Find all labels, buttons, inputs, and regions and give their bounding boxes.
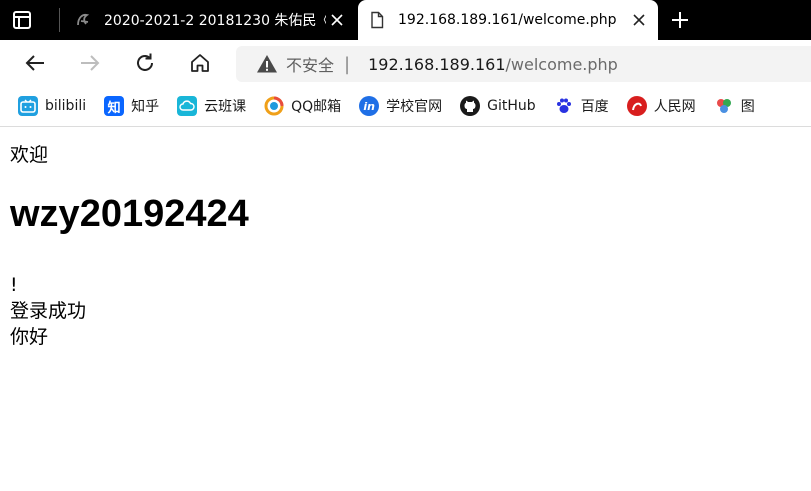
bookmark-bilibili[interactable]: bilibili (18, 86, 86, 126)
baidu-icon (553, 96, 574, 116)
zhihu-icon: 知 (104, 96, 125, 116)
bilibili-icon (18, 96, 38, 116)
address-separator: | (344, 53, 351, 75)
cloud-class-icon (177, 96, 198, 116)
home-icon (191, 54, 209, 72)
home-button[interactable] (185, 48, 215, 78)
bookmarks-bar: bilibili 知 知乎 云班课 QQ邮箱 in 学校官网 GitHub 百度… (0, 86, 811, 127)
tab-strip: 2020-2021-2 20181230 朱佑民《 192.168.189.16… (0, 0, 811, 40)
bookmark-github[interactable]: GitHub (460, 86, 536, 126)
tab-title: 192.168.189.161/welcome.php (398, 12, 617, 28)
page-icon (371, 11, 384, 29)
url-host: 192.168.189.161 (368, 54, 506, 74)
bookmark-label: bilibili (45, 98, 87, 114)
bookmark-cloud-class[interactable]: 云班课 (177, 86, 246, 126)
tab-title: 2020-2021-2 20181230 朱佑民《 (104, 13, 326, 29)
message-block: ! 登录成功 你好 (10, 272, 86, 350)
new-tab-button[interactable] (666, 6, 694, 34)
forward-arrow-icon (81, 55, 100, 71)
close-tab-icon[interactable] (326, 9, 348, 31)
forward-button[interactable] (75, 48, 105, 78)
bookmark-label: 人民网 (653, 99, 696, 115)
bookmark-zhihu[interactable]: 知 知乎 (104, 86, 159, 126)
url-path: /welcome.php (505, 54, 618, 74)
github-icon (460, 96, 481, 116)
welcome-text: 欢迎 (10, 144, 49, 166)
bookmark-label: 知乎 (131, 99, 160, 115)
bookmark-school[interactable]: in 学校官网 (359, 86, 442, 126)
reload-icon (137, 53, 153, 71)
login-success-text: 登录成功 (10, 300, 87, 322)
site-favicon-icon (77, 13, 90, 26)
back-button[interactable] (20, 48, 50, 78)
tab-actions-icon (13, 11, 31, 29)
browser-window: 2020-2021-2 20181230 朱佑民《 192.168.189.16… (0, 0, 811, 491)
hello-text: 你好 (10, 326, 49, 348)
bookmark-label: GitHub (487, 98, 536, 114)
back-arrow-icon (25, 55, 44, 71)
tab-separator (59, 8, 60, 32)
tab-active[interactable]: 192.168.189.161/welcome.php (358, 0, 658, 40)
plus-icon (672, 12, 688, 28)
bookmark-label: 云班课 (204, 99, 247, 115)
bookmark-label: QQ邮箱 (291, 99, 342, 115)
bookmark-label: 学校官网 (386, 99, 443, 115)
qqmail-icon (264, 96, 285, 116)
username-heading: wzy20192424 (10, 193, 249, 235)
bookmark-baidu[interactable]: 百度 (553, 86, 609, 126)
page-content: 欢迎 wzy20192424 ! 登录成功 你好 (0, 127, 811, 491)
warning-icon[interactable] (256, 53, 278, 75)
close-tab-icon[interactable] (628, 9, 650, 31)
exclamation-text: ! (10, 274, 18, 296)
tu-icon (713, 96, 734, 116)
bookmark-people[interactable]: 人民网 (626, 86, 696, 126)
tab-inactive[interactable]: 2020-2021-2 20181230 朱佑民《 (64, 0, 356, 40)
bookmark-tu[interactable]: 图 (713, 86, 755, 126)
address-bar[interactable]: 不安全 | 192.168.189.161/welcome.php (236, 46, 811, 82)
toolbar: 不安全 | 192.168.189.161/welcome.php (0, 40, 811, 86)
bookmark-label: 图 (740, 99, 755, 115)
bookmark-qqmail[interactable]: QQ邮箱 (264, 86, 341, 126)
reload-button[interactable] (130, 48, 160, 78)
security-label[interactable]: 不安全 (286, 52, 334, 76)
school-icon: in (359, 96, 380, 116)
people-icon (626, 96, 647, 116)
tab-actions-button[interactable] (8, 6, 36, 34)
bookmark-label: 百度 (580, 99, 609, 115)
